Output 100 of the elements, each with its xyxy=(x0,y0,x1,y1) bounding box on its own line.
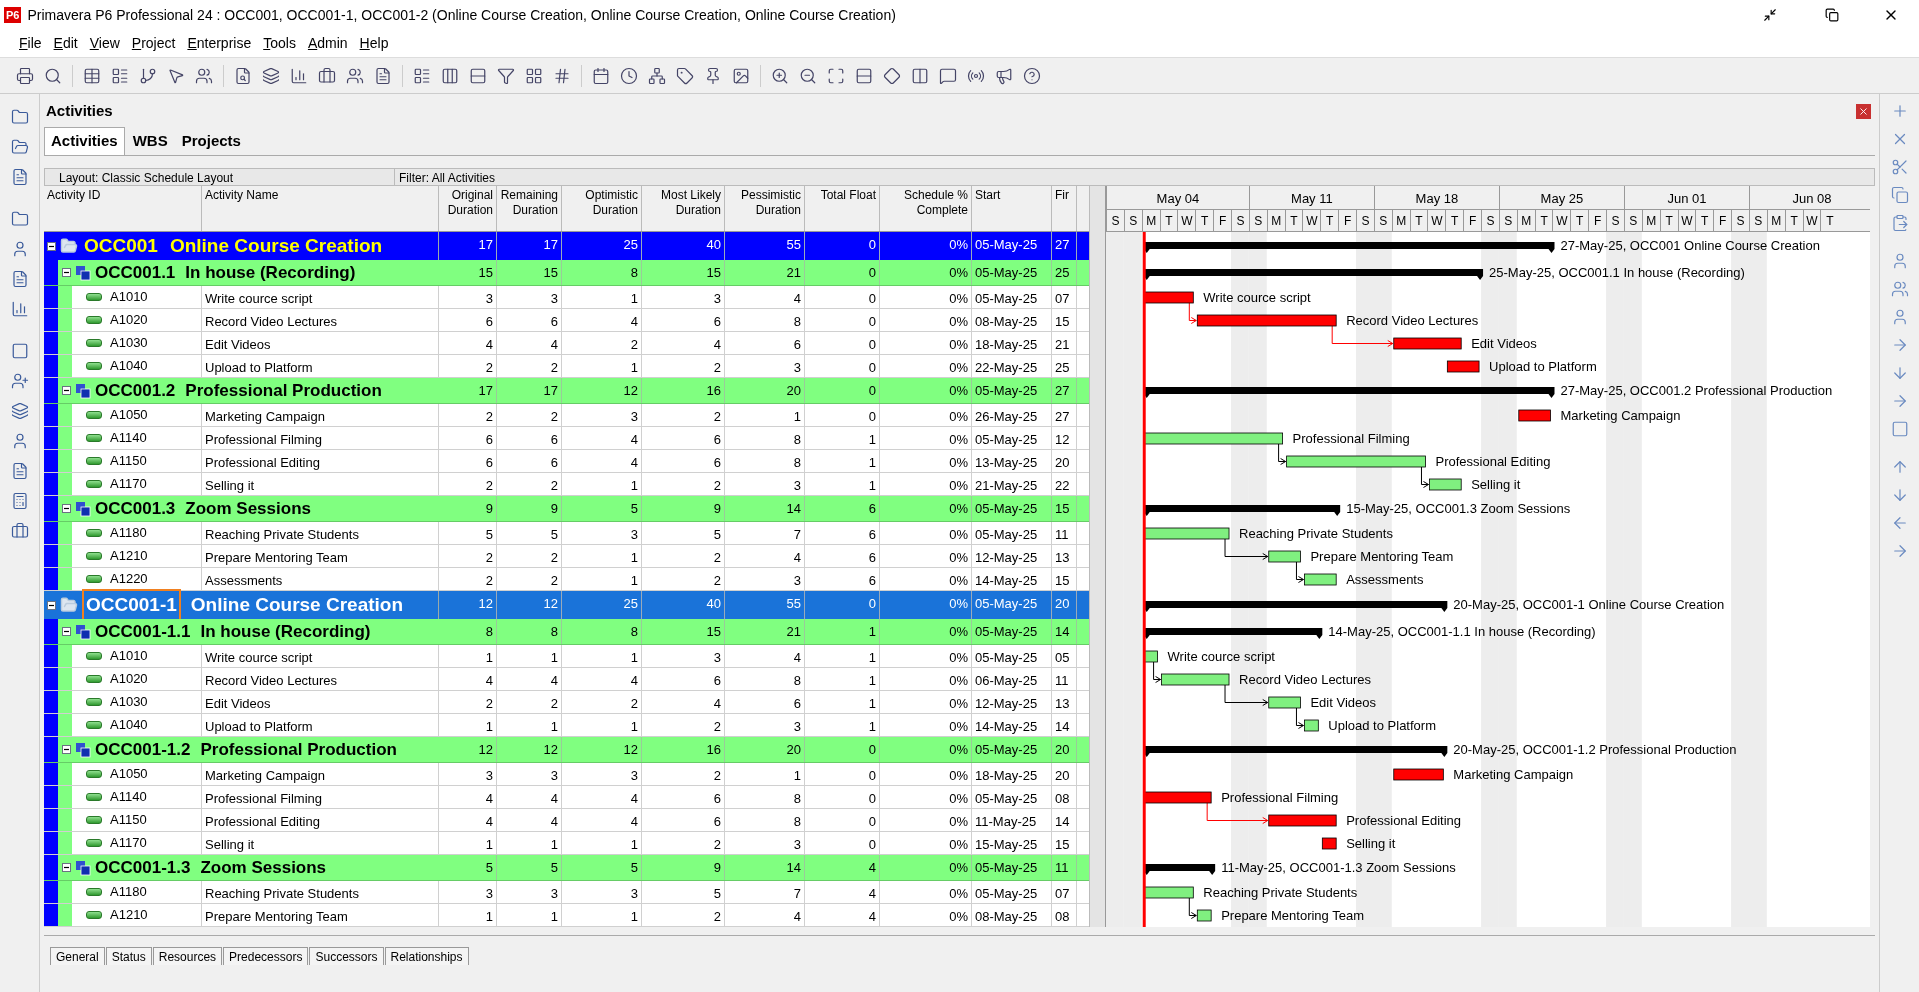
link-line xyxy=(1224,684,1269,706)
collapse-icon[interactable] xyxy=(62,863,71,872)
link-line xyxy=(1153,661,1162,683)
wbs-row[interactable]: OCC001.1 In house (Recording) 15 15 8 15 21 0 0% 05-May-25 25 xyxy=(44,260,1089,286)
activity-id: A1020 xyxy=(110,311,148,330)
column-header[interactable]: Remaining Duration xyxy=(497,186,562,231)
task-bar[interactable] xyxy=(1304,719,1319,732)
task-bar[interactable] xyxy=(1321,837,1337,850)
menu-item[interactable]: Project xyxy=(126,33,181,54)
folder-icon xyxy=(60,237,78,255)
table-cell: 1 xyxy=(805,619,880,644)
table-cell: 3 xyxy=(725,714,805,736)
menu-item[interactable]: Help xyxy=(354,33,394,54)
detail-tab[interactable]: Resources xyxy=(152,947,223,965)
activity-row[interactable]: A1180 Reaching Private Students 3 3 3 5 7 4 0% 05-May-25 07 xyxy=(44,881,1089,904)
activity-row[interactable]: A1150 Professional Editing 4 4 4 6 8 0 0% 11-May-25 14 xyxy=(44,809,1089,832)
wbs-row[interactable]: OCC001-1.3 Zoom Sessions 5 5 5 9 14 4 0% 05-May-25 11 xyxy=(44,855,1089,881)
collapse-icon[interactable] xyxy=(62,627,71,636)
activity-row[interactable]: A1220 Assessments 2 2 1 2 3 6 0% 14-May-25 15 xyxy=(44,568,1089,591)
detail-tab[interactable]: General xyxy=(50,947,105,965)
restore-icon[interactable] xyxy=(1825,8,1839,22)
activity-row[interactable]: A1210 Prepare Mentoring Team 2 2 1 2 4 6 0% 12-May-25 13 xyxy=(44,545,1089,568)
task-bar[interactable] xyxy=(1446,360,1480,373)
layout-selector[interactable]: Layout: Classic Schedule Layout xyxy=(45,169,395,185)
summary-bar[interactable] xyxy=(1143,864,1216,875)
activity-row[interactable]: A1050 Marketing Campaign 2 2 3 2 1 0 0% 26-May-25 27 xyxy=(44,404,1089,427)
column-header[interactable]: Most Likely Duration xyxy=(642,186,725,231)
table-cell: 4 xyxy=(439,332,497,354)
table-cell: 1 xyxy=(562,568,642,590)
detail-tab[interactable]: Relationships xyxy=(384,947,469,965)
collapse-icon[interactable] xyxy=(62,268,71,277)
column-header[interactable]: Schedule % Complete xyxy=(880,186,972,231)
menu-item[interactable]: Enterprise xyxy=(182,33,257,54)
task-bar[interactable] xyxy=(1143,650,1158,663)
column-header[interactable]: Total Float xyxy=(805,186,880,231)
task-bar[interactable] xyxy=(1429,478,1462,491)
activity-row[interactable]: A1030 Edit Videos 2 2 2 4 6 1 0% 12-May-25 13 xyxy=(44,691,1089,714)
wbs-row[interactable]: OCC001.2 Professional Production 17 17 12 16 20 0 0% 05-May-25 27 xyxy=(44,378,1089,404)
activity-row[interactable]: A1140 Professional Filming 6 6 4 6 8 1 0% 05-May-25 12 xyxy=(44,427,1089,450)
task-bar[interactable] xyxy=(1268,550,1301,563)
menu-item[interactable]: Edit xyxy=(48,33,83,54)
activity-row[interactable]: A1040 Upload to Platform 1 1 1 2 3 1 0% 14-May-25 14 xyxy=(44,714,1089,737)
activity-row[interactable]: A1030 Edit Videos 4 4 2 4 6 0 0% 18-May-25 21 xyxy=(44,332,1089,355)
menu-item[interactable]: File xyxy=(14,33,47,54)
activity-row[interactable]: A1050 Marketing Campaign 3 3 3 2 1 0 0% 18-May-25 20 xyxy=(44,763,1089,786)
column-header[interactable]: Pessimistic Duration xyxy=(725,186,805,231)
collapse-icon[interactable] xyxy=(47,600,56,610)
detail-tab[interactable]: Predecessors xyxy=(223,947,309,965)
collapse-icon[interactable] xyxy=(62,386,71,395)
collapse-icon[interactable] xyxy=(62,504,71,513)
collapse-icon[interactable] xyxy=(62,745,71,754)
summary-bar[interactable] xyxy=(1143,242,1555,253)
column-header[interactable]: Optimistic Duration xyxy=(562,186,642,231)
task-bar[interactable] xyxy=(1304,573,1337,586)
activity-row[interactable]: A1020 Record Video Lectures 6 6 4 6 8 0 0% 08-May-25 15 xyxy=(44,309,1089,332)
column-header[interactable]: Start xyxy=(972,186,1052,231)
activity-row[interactable]: A1170 Selling it 2 2 1 2 3 1 0% 21-May-25 22 xyxy=(44,473,1089,496)
activity-row[interactable]: A1170 Selling it 1 1 1 2 3 0 0% 15-May-25 15 xyxy=(44,832,1089,855)
activity-row[interactable]: A1140 Professional Filming 4 4 4 6 8 0 0% 05-May-25 08 xyxy=(44,786,1089,809)
activity-name: Reaching Private Students xyxy=(202,881,439,903)
summary-bar[interactable] xyxy=(1143,746,1448,757)
wbs-id: OCC001-1.3 xyxy=(95,856,191,879)
wbs-row[interactable]: OCC001-1.2 Professional Production 12 12 12 16 20 0 0% 05-May-25 20 xyxy=(44,737,1089,763)
summary-bar[interactable] xyxy=(1143,628,1323,639)
collapse-icon[interactable] xyxy=(47,241,56,251)
minimize-icon[interactable] xyxy=(1763,8,1777,22)
column-header[interactable]: Activity Name xyxy=(202,186,439,231)
table-cell: 14 xyxy=(725,855,805,880)
summary-bar[interactable] xyxy=(1143,387,1555,398)
project-row[interactable]: OCC001-1 Online Course Creation 12 12 25 40 55 0 0% 05-May-25 20 xyxy=(44,591,1089,619)
project-row[interactable]: OCC001 Online Course Creation 17 17 25 40 55 0 0% 05-May-25 27 xyxy=(44,232,1089,260)
table-cell: 1 xyxy=(497,832,562,854)
column-header[interactable]: Activity ID xyxy=(44,186,202,231)
activity-row[interactable]: A1010 Write cource script 3 3 1 3 4 0 0% 05-May-25 07 xyxy=(44,286,1089,309)
summary-bar[interactable] xyxy=(1143,269,1484,280)
task-bar[interactable] xyxy=(1518,409,1551,422)
activity-row[interactable]: A1040 Upload to Platform 2 2 1 2 3 0 0% 22-May-25 25 xyxy=(44,355,1089,378)
menu-item[interactable]: Admin xyxy=(302,33,353,54)
detail-tab[interactable]: Successors xyxy=(309,947,384,965)
column-header[interactable]: Original Duration xyxy=(439,186,497,231)
table-cell: 0 xyxy=(805,809,880,831)
task-bar[interactable] xyxy=(1268,696,1301,709)
wbs-row[interactable]: OCC001-1.1 In house (Recording) 8 8 8 15 21 1 0% 05-May-25 14 xyxy=(44,619,1089,645)
activity-row[interactable]: A1210 Prepare Mentoring Team 1 1 1 2 4 4 0% 08-May-25 08 xyxy=(44,904,1089,927)
wbs-row[interactable]: OCC001.3 Zoom Sessions 9 9 5 9 14 6 0% 05-May-25 15 xyxy=(44,496,1089,522)
close-button[interactable] xyxy=(1856,103,1871,119)
activity-row[interactable]: A1020 Record Video Lectures 4 4 4 6 8 1 0% 06-May-25 11 xyxy=(44,668,1089,691)
activity-row[interactable]: A1150 Professional Editing 6 6 4 6 8 1 0% 13-May-25 20 xyxy=(44,450,1089,473)
task-bar[interactable] xyxy=(1196,909,1212,922)
activity-row[interactable]: A1180 Reaching Private Students 5 5 3 5 7 6 0% 05-May-25 11 xyxy=(44,522,1089,545)
summary-bar[interactable] xyxy=(1143,601,1448,612)
summary-bar[interactable] xyxy=(1143,505,1341,516)
detail-tab[interactable]: Status xyxy=(105,947,152,965)
menu-item[interactable]: Tools xyxy=(258,33,301,54)
menu-item[interactable]: View xyxy=(84,33,125,54)
table-cell: 12 xyxy=(439,737,497,762)
vertical-scrollbar[interactable] xyxy=(1089,186,1105,927)
tab[interactable]: Activities xyxy=(44,127,125,155)
column-header[interactable]: Fir xyxy=(1052,186,1077,231)
activity-row[interactable]: A1010 Write cource script 1 1 1 3 4 1 0% 05-May-25 05 xyxy=(44,645,1089,668)
